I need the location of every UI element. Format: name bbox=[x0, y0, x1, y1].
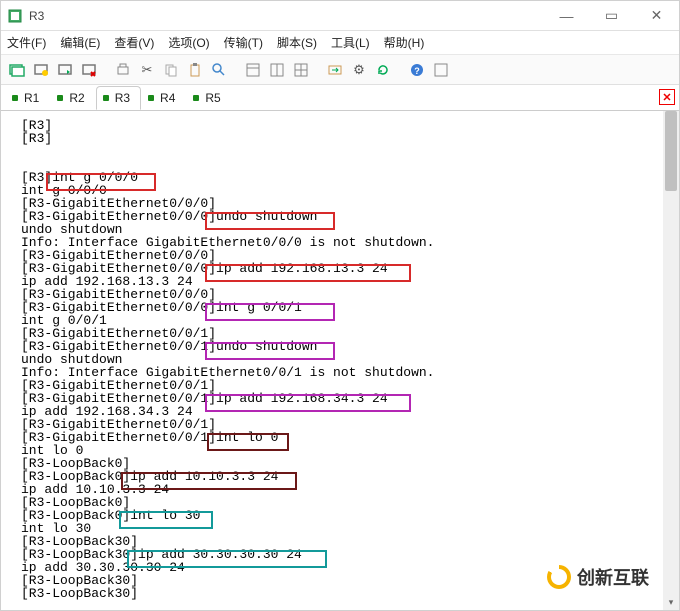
menu-help[interactable]: 帮助(H) bbox=[384, 34, 425, 51]
tab-label: R5 bbox=[205, 91, 220, 105]
terminal-line: [R3-GigabitEthernet0/0/1]int lo 0 bbox=[21, 431, 667, 444]
tab-r2[interactable]: R2 bbox=[50, 86, 95, 110]
svg-text:?: ? bbox=[414, 66, 420, 76]
tab-r5[interactable]: R5 bbox=[186, 86, 231, 110]
terminal-line bbox=[21, 145, 667, 158]
terminal-line: [R3-GigabitEthernet0/0/0]int g 0/0/1 bbox=[21, 301, 667, 314]
tool-settings-icon[interactable]: ⚙ bbox=[349, 60, 369, 80]
tab-label: R4 bbox=[160, 91, 175, 105]
tool-find-icon[interactable] bbox=[209, 60, 229, 80]
tab-close-button[interactable]: ✕ bbox=[659, 89, 675, 105]
terminal-line: [R3-LoopBack0]int lo 30 bbox=[21, 509, 667, 522]
menu-script[interactable]: 脚本(S) bbox=[277, 34, 317, 51]
tool-view3-icon[interactable] bbox=[291, 60, 311, 80]
tool-connect-icon[interactable] bbox=[31, 60, 51, 80]
tabbar: R1 R2 R3 R4 R5 ✕ bbox=[1, 85, 679, 111]
scrollbar[interactable]: ▴ ▾ bbox=[663, 111, 679, 610]
tool-view1-icon[interactable] bbox=[243, 60, 263, 80]
menu-tools[interactable]: 工具(L) bbox=[331, 34, 370, 51]
tool-view2-icon[interactable] bbox=[267, 60, 287, 80]
close-button[interactable]: ✕ bbox=[634, 1, 679, 30]
tab-label: R1 bbox=[24, 91, 39, 105]
terminal-line: [R3] bbox=[21, 132, 667, 145]
tool-copy-icon[interactable] bbox=[161, 60, 181, 80]
tab-r1[interactable]: R1 bbox=[5, 86, 50, 110]
menu-transfer[interactable]: 传输(T) bbox=[224, 34, 263, 51]
tool-reconnect-icon[interactable] bbox=[55, 60, 75, 80]
tool-session-icon[interactable] bbox=[7, 60, 27, 80]
tool-disconnect-icon[interactable] bbox=[79, 60, 99, 80]
menu-file[interactable]: 文件(F) bbox=[7, 34, 46, 51]
tool-refresh-icon[interactable] bbox=[373, 60, 393, 80]
tab-r3[interactable]: R3 bbox=[96, 86, 141, 110]
window-title: R3 bbox=[29, 9, 44, 23]
maximize-button[interactable]: ▭ bbox=[589, 1, 634, 30]
menu-options[interactable]: 选项(O) bbox=[168, 34, 209, 51]
terminal-line: [R3] bbox=[21, 119, 667, 132]
tool-paste-icon[interactable] bbox=[185, 60, 205, 80]
app-icon bbox=[7, 8, 23, 24]
tab-r4[interactable]: R4 bbox=[141, 86, 186, 110]
minimize-button[interactable]: — bbox=[544, 1, 589, 30]
tool-print-icon[interactable] bbox=[113, 60, 133, 80]
terminal-line: [R3-LoopBack30] bbox=[21, 587, 667, 600]
window-controls: — ▭ ✕ bbox=[544, 1, 679, 30]
scroll-down-icon[interactable]: ▾ bbox=[663, 594, 679, 610]
tab-label: R3 bbox=[115, 91, 130, 105]
titlebar: R3 — ▭ ✕ bbox=[1, 1, 679, 31]
terminal-line: [R3]int g 0/0/0 bbox=[21, 171, 667, 184]
tool-cut-icon[interactable]: ✂ bbox=[137, 60, 157, 80]
tool-about-icon[interactable] bbox=[431, 60, 451, 80]
tool-transfer-icon[interactable] bbox=[325, 60, 345, 80]
menu-view[interactable]: 查看(V) bbox=[114, 34, 154, 51]
toolbar: ✂ ⚙ ? bbox=[1, 55, 679, 85]
tab-label: R2 bbox=[69, 91, 84, 105]
scrollbar-thumb[interactable] bbox=[665, 111, 677, 191]
menu-edit[interactable]: 编辑(E) bbox=[60, 34, 100, 51]
terminal-output[interactable]: [R3][R3][R3]int g 0/0/0int g 0/0/0[R3-Gi… bbox=[1, 111, 679, 610]
tool-help-icon[interactable]: ? bbox=[407, 60, 427, 80]
menubar: 文件(F) 编辑(E) 查看(V) 选项(O) 传输(T) 脚本(S) 工具(L… bbox=[1, 31, 679, 55]
